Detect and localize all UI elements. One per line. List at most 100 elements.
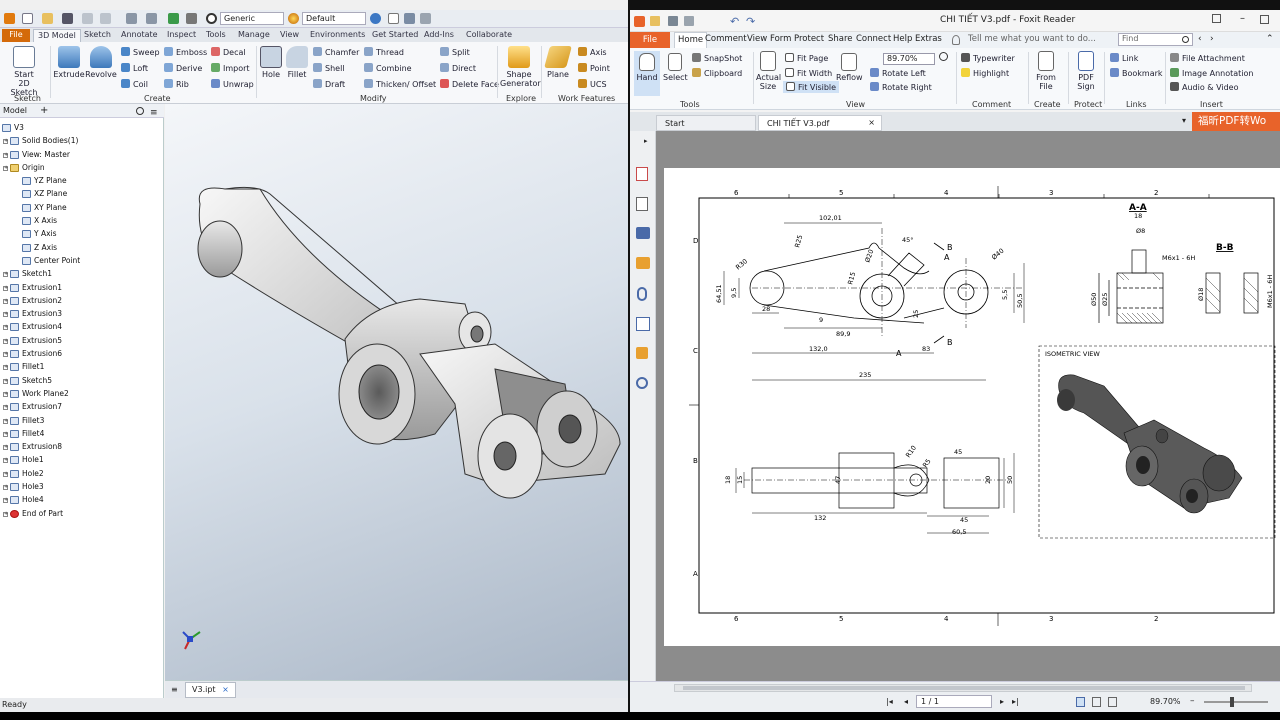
zoom-combo[interactable]: 89.70% <box>883 53 935 65</box>
revolve-button[interactable]: Revolve <box>85 46 117 79</box>
image-annotation-button[interactable]: Image Annotation <box>1170 68 1253 78</box>
update-icon[interactable] <box>168 13 179 24</box>
shell-button[interactable]: Shell <box>313 63 345 73</box>
tab-tools[interactable]: Tools <box>202 29 230 42</box>
browser-item[interactable]: + Hole4 <box>0 493 164 506</box>
rotate-left-button[interactable]: Rotate Left <box>870 68 926 78</box>
browser-item[interactable]: + Extrusion8 <box>0 440 164 453</box>
browser-item[interactable]: + Work Plane2 <box>0 387 164 400</box>
browser-item[interactable]: Center Point <box>0 254 164 267</box>
browser-item[interactable]: V3 <box>0 121 164 134</box>
extrude-button[interactable]: Extrude <box>53 46 85 79</box>
audio-video-button[interactable]: Audio & Video <box>1170 82 1238 92</box>
print-icon[interactable] <box>684 16 694 26</box>
import-button[interactable]: Import <box>211 63 250 73</box>
browser-item[interactable]: + Hole2 <box>0 467 164 480</box>
expand-toggle-icon[interactable]: + <box>3 511 8 517</box>
fit-page-button[interactable]: Fit Page <box>785 53 828 63</box>
browser-item[interactable]: + Extrusion5 <box>0 334 164 347</box>
collapse-ribbon-icon[interactable]: ⌃ <box>1266 34 1274 44</box>
first-page-icon[interactable]: |◂ <box>886 697 893 706</box>
close-tab-icon[interactable]: × <box>868 118 875 127</box>
snapshot-button[interactable]: SnapShot <box>692 53 742 63</box>
material-icon[interactable] <box>288 13 299 24</box>
expand-toggle-icon[interactable]: + <box>3 165 8 171</box>
browser-item[interactable]: + Sketch1 <box>0 267 164 280</box>
rotate-right-button[interactable]: Rotate Right <box>870 82 932 92</box>
menu-form[interactable]: Form <box>770 34 791 44</box>
rib-button[interactable]: Rib <box>164 79 189 89</box>
unwrap-button[interactable]: Unwrap <box>211 79 254 89</box>
plane-button[interactable]: Plane <box>544 46 572 79</box>
coil-button[interactable]: Coil <box>121 79 148 89</box>
tab-annotate[interactable]: Annotate <box>117 29 162 42</box>
tab-manage[interactable]: Manage <box>234 29 274 42</box>
fit-visible-button[interactable]: Fit Visible <box>783 81 840 93</box>
tab-menu-icon[interactable]: ▾ <box>1182 116 1186 125</box>
expand-panel-icon[interactable]: ▸ <box>644 137 648 145</box>
split-button[interactable]: Split <box>440 47 470 57</box>
expand-toggle-icon[interactable]: + <box>3 285 8 291</box>
delete-face-button[interactable]: Delete Face <box>440 79 499 89</box>
menu-protect[interactable]: Protect <box>794 34 824 44</box>
highlight-button[interactable]: Highlight <box>961 68 1009 78</box>
browser-item[interactable]: + Origin <box>0 161 164 174</box>
new-icon[interactable] <box>22 13 33 24</box>
sweep-button[interactable]: Sweep <box>121 47 160 57</box>
appearance-combo[interactable]: Generic <box>220 12 284 25</box>
browser-item[interactable]: + Extrusion2 <box>0 294 164 307</box>
undo-icon[interactable] <box>82 13 93 24</box>
browser-item[interactable]: Z Axis <box>0 241 164 254</box>
expand-toggle-icon[interactable]: + <box>3 485 8 491</box>
tab-inspect[interactable]: Inspect <box>163 29 200 42</box>
zoom-slider-thumb[interactable] <box>1230 697 1234 707</box>
group-modify[interactable]: Modify <box>360 94 387 103</box>
layers-icon[interactable] <box>636 197 648 211</box>
color-icon[interactable] <box>370 13 381 24</box>
visual-style-combo[interactable]: Default <box>302 12 366 25</box>
menu-help[interactable]: Help <box>893 34 912 44</box>
maximize-icon[interactable] <box>1260 15 1269 24</box>
expand-toggle-icon[interactable]: + <box>3 445 8 451</box>
point-button[interactable]: Point <box>578 63 610 73</box>
thread-button[interactable]: Thread <box>364 47 404 57</box>
lock-icon[interactable] <box>636 347 648 359</box>
page-number-input[interactable]: 1 / 1 <box>916 695 992 708</box>
part-model[interactable] <box>165 104 628 680</box>
scroll-thumb[interactable] <box>683 686 1245 690</box>
measure-icon[interactable] <box>186 13 197 24</box>
select-icon[interactable] <box>146 13 157 24</box>
next-page-icon[interactable]: ▸ <box>1000 697 1004 706</box>
hole-button[interactable]: Hole <box>259 46 283 79</box>
next-result-icon[interactable]: › <box>1210 34 1214 44</box>
signatures-icon[interactable] <box>636 257 650 269</box>
search-panel-icon[interactable] <box>636 377 648 389</box>
add-icon[interactable] <box>420 13 431 24</box>
direct-button[interactable]: Direct <box>440 63 476 73</box>
browser-item[interactable]: X Axis <box>0 214 164 227</box>
expand-toggle-icon[interactable]: + <box>3 471 8 477</box>
open-icon[interactable] <box>42 13 53 24</box>
browser-item[interactable]: + Hole3 <box>0 480 164 493</box>
document-tab[interactable]: V3.ipt × <box>185 682 236 698</box>
expand-toggle-icon[interactable]: + <box>3 152 8 158</box>
select-button[interactable]: Select <box>663 53 688 82</box>
fx-icon[interactable] <box>388 13 399 24</box>
zoom-slider[interactable] <box>1204 697 1268 707</box>
search-icon[interactable] <box>136 107 144 115</box>
prev-page-icon[interactable]: ◂ <box>904 697 908 706</box>
decal-button[interactable]: Decal <box>211 47 246 57</box>
expand-toggle-icon[interactable]: + <box>3 298 8 304</box>
tab-3d-model[interactable]: 3D Model <box>33 29 81 42</box>
chamfer-button[interactable]: Chamfer <box>313 47 359 57</box>
browser-item[interactable]: + Extrusion4 <box>0 320 164 333</box>
expand-toggle-icon[interactable]: + <box>3 418 8 424</box>
menu-home[interactable]: Home <box>674 32 708 48</box>
actual-size-button[interactable]: Actual Size <box>756 51 781 91</box>
draft-button[interactable]: Draft <box>313 79 345 89</box>
tab-pdf[interactable]: CHI TIẾT V3.pdf × <box>758 115 882 131</box>
security-icon[interactable] <box>636 317 650 331</box>
tell-me-box[interactable]: Tell me what you want to do... <box>968 34 1096 44</box>
browser-item[interactable]: + View: Master <box>0 148 164 161</box>
no-icon[interactable] <box>206 13 217 24</box>
